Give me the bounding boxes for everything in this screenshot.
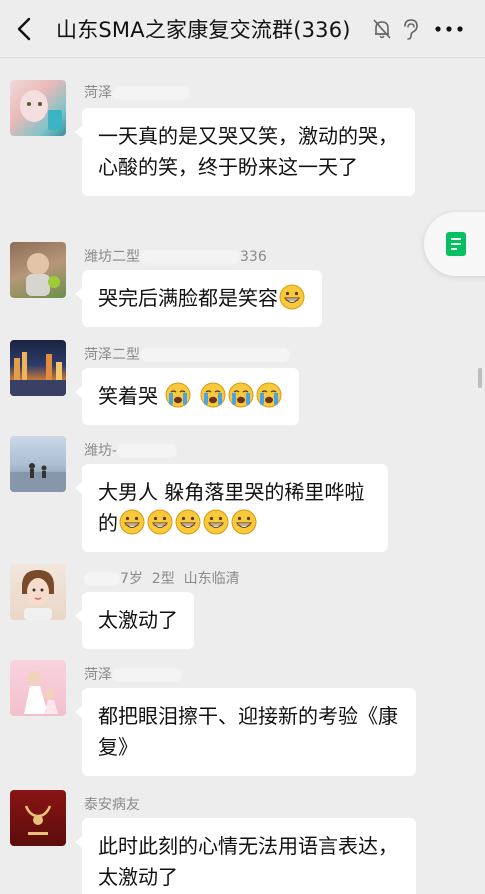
avatar[interactable]	[10, 340, 66, 396]
redacted-name	[112, 86, 190, 100]
avatar[interactable]	[10, 80, 66, 136]
sender-name: 潍坊-	[84, 443, 118, 459]
crying-face-icon	[200, 382, 226, 408]
message-bubble[interactable]: 此时此刻的心情无法用语言表达，太激动了	[75, 818, 416, 894]
grinning-face-icon	[147, 509, 173, 535]
message-bubble[interactable]: 哭完后满脸都是笑容	[75, 270, 322, 327]
avatar[interactable]	[10, 660, 66, 716]
sender-name: 7岁 2型 山东临清	[120, 571, 240, 587]
sender-name: 菏泽	[84, 85, 112, 101]
message-item: 菏泽 都把眼泪擦干、迎接新的考验《康复》	[0, 658, 485, 778]
mute-bell-icon	[373, 19, 391, 39]
message-bubble[interactable]: 太激动了	[75, 592, 194, 649]
avatar[interactable]	[10, 564, 66, 620]
scrollbar-thumb[interactable]	[478, 368, 482, 388]
redacted-name	[140, 348, 290, 362]
redacted-name	[117, 444, 178, 458]
grinning-face-icon	[175, 509, 201, 535]
message-text: 此时此刻的心情无法用语言表达，太激动了	[98, 834, 398, 889]
message-item: 菏泽二型 笑着哭	[0, 338, 485, 428]
chat-header: 山东SMA之家康复交流群(336)	[0, 0, 485, 58]
message-bubble[interactable]: 一天真的是又哭又笑，激动的哭，心酸的笑，终于盼来这一天了	[75, 108, 415, 196]
crying-face-icon	[165, 382, 191, 408]
message-item: 潍坊- 大男人 躲角落里哭的稀里哗啦的	[0, 434, 485, 554]
message-bubble[interactable]: 大男人 躲角落里哭的稀里哗啦的	[75, 464, 388, 552]
sender-name: 菏泽二型	[84, 347, 140, 363]
message-text: 笑着哭	[98, 384, 158, 408]
document-icon	[446, 232, 466, 256]
grinning-face-icon	[231, 509, 257, 535]
redacted-name	[112, 668, 182, 682]
grinning-face-icon	[203, 509, 229, 535]
message-text: 都把眼泪擦干、迎接新的考验《康复》	[98, 704, 398, 759]
redacted-name	[140, 250, 240, 264]
crying-face-icon	[228, 382, 254, 408]
message-bubble[interactable]: 笑着哭	[74, 368, 300, 425]
redacted-name	[84, 572, 120, 586]
back-arrow-icon[interactable]	[10, 14, 40, 44]
grinning-face-icon	[279, 284, 305, 310]
avatar[interactable]	[10, 790, 66, 846]
sender-name: 潍坊二型	[84, 249, 140, 265]
floating-document-button[interactable]	[424, 212, 485, 276]
sender-name: 菏泽	[84, 667, 112, 683]
message-text: 一天真的是又哭又笑，激动的哭，心酸的笑，终于盼来这一天了	[98, 124, 398, 179]
sender-suffix: 336	[240, 249, 267, 265]
avatar[interactable]	[10, 242, 66, 298]
message-item: 菏泽 一天真的是又哭又笑，激动的哭，心酸的笑，终于盼来这一天了	[0, 78, 485, 228]
message-item: 潍坊二型 336 哭完后满脸都是笑容	[0, 240, 485, 330]
avatar[interactable]	[10, 436, 66, 492]
message-text: 哭完后满脸都是笑容	[98, 286, 278, 310]
more-icon[interactable]	[432, 18, 466, 40]
crying-face-icon	[256, 382, 282, 408]
sender-name: 泰安病友	[84, 797, 140, 813]
message-text: 太激动了	[98, 608, 178, 632]
message-item: 7岁 2型 山东临清 太激动了	[0, 562, 485, 652]
chat-title: 山东SMA之家康复交流群(336)	[56, 18, 351, 42]
grinning-face-icon	[119, 509, 145, 535]
message-bubble[interactable]: 都把眼泪擦干、迎接新的考验《康复》	[75, 688, 416, 776]
ear-icon	[404, 19, 418, 40]
message-item: 泰安病友 此时此刻的心情无法用语言表达，太激动了	[0, 790, 485, 894]
